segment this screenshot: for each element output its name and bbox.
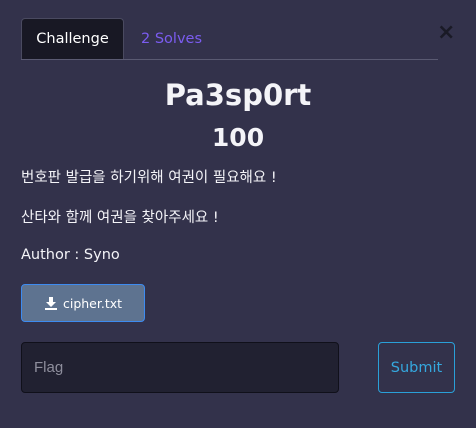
download-file-button[interactable]: cipher.txt [21, 284, 145, 322]
challenge-points: 100 [211, 123, 265, 152]
download-icon [44, 297, 57, 310]
challenge-tabs: Challenge 2 Solves [21, 18, 438, 60]
close-icon[interactable]: × [437, 22, 455, 44]
flag-input[interactable] [21, 342, 339, 393]
submit-button[interactable]: Submit [378, 342, 455, 393]
file-name: cipher.txt [62, 295, 123, 311]
tab-solves[interactable]: 2 Solves [141, 18, 202, 59]
challenge-title: Pa3sp0rt [164, 78, 312, 112]
description-line: 번호판 발급을 하기위해 여권이 필요해요 ! [21, 170, 277, 186]
author-line: Author : Syno [21, 247, 120, 263]
description-line: 산타와 함께 여권을 찾아주세요 ! [21, 210, 219, 226]
tab-challenge[interactable]: Challenge [21, 18, 124, 59]
